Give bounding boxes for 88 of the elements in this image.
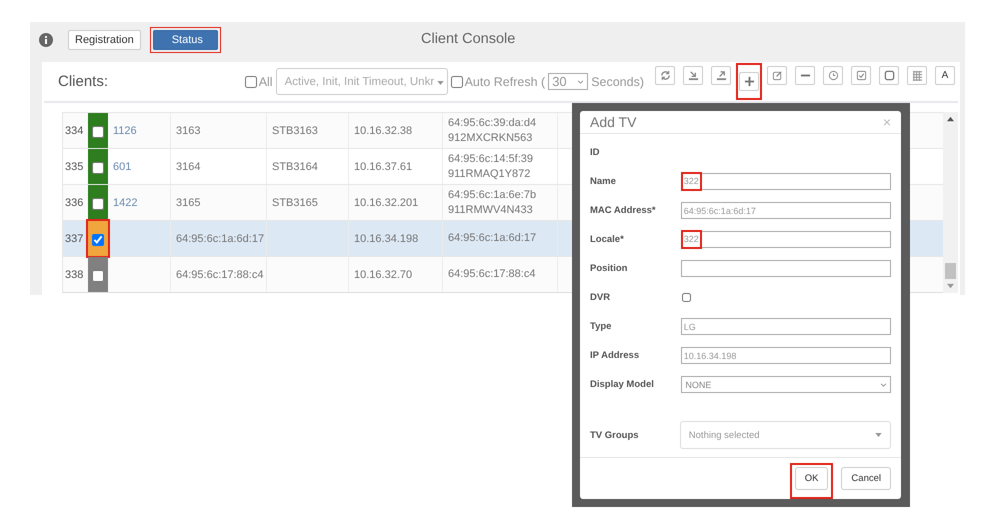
add-button[interactable]: [739, 72, 759, 91]
tab[interactable]: Status: [152, 30, 218, 50]
seconds-label: Seconds): [591, 74, 644, 88]
field-label: Position: [590, 263, 628, 274]
row-checkbox[interactable]: [92, 270, 104, 282]
plus-icon: [744, 76, 754, 87]
square-icon: [884, 70, 894, 81]
field-label: ID: [590, 147, 600, 158]
table-cell-text: 64:95:6c:17:88:c4: [176, 268, 264, 280]
dvr-checkbox[interactable]: [682, 293, 691, 302]
table-cell-text: STB3163: [272, 124, 319, 136]
refresh-button[interactable]: [655, 66, 675, 85]
input-field[interactable]: [680, 260, 891, 277]
table-cell-text: 911RMWV4N433: [448, 202, 534, 218]
all-checkbox[interactable]: [244, 76, 257, 88]
table-cell-text: 1126: [113, 124, 138, 136]
table-cell-text: 64:95:6c:39:da:d4: [448, 116, 538, 130]
dialog-button[interactable]: Cancel: [841, 467, 891, 490]
table-cell-text: STB3165: [272, 196, 319, 208]
clock-button[interactable]: [823, 66, 843, 85]
table-cell-text: 10.16.34.198: [354, 232, 420, 244]
dialog-title: Add TV: [590, 114, 636, 130]
table-cell-text: 1422: [113, 196, 138, 208]
table-cell-text: STB3164: [272, 160, 319, 172]
display-model-select[interactable]: NONE: [681, 376, 891, 393]
table-cell-text: 10.16.32.38: [354, 124, 414, 136]
caret-icon: [437, 80, 444, 84]
auto-refresh-checkbox[interactable]: [450, 76, 463, 88]
table-cell-text: 601: [113, 160, 132, 172]
table-cell-text: 912MXCRKN563: [448, 130, 534, 146]
export-icon: [716, 70, 726, 81]
field-label: TV Groups: [590, 430, 640, 440]
row-checkbox[interactable]: [92, 234, 104, 246]
clients-label: Clients:: [58, 73, 110, 90]
field-label: Display Model: [590, 379, 655, 390]
input-field[interactable]: 322: [680, 231, 891, 248]
edit-button[interactable]: [767, 66, 787, 85]
input-field[interactable]: 322: [680, 173, 891, 190]
input-field[interactable]: LG: [680, 318, 891, 335]
table-cell-text: 10.16.32.70: [354, 268, 414, 280]
table-cell-text: 3165: [176, 196, 202, 208]
field-label: IP Address: [590, 350, 640, 361]
field-label: MAC Address*: [590, 205, 657, 216]
table-cell-text: 64:95:6c:1a:6d:17: [448, 231, 538, 246]
chevron-icon: [880, 382, 887, 386]
check-button[interactable]: [851, 66, 871, 85]
text-button[interactable]: A: [935, 66, 955, 85]
grid-button[interactable]: [907, 66, 927, 85]
field-label: Name: [590, 176, 617, 187]
table-cell-text: 3163: [176, 124, 202, 136]
row-checkbox[interactable]: [92, 162, 104, 174]
table-cell-text: 10.16.37.61: [354, 160, 414, 172]
field-label: DVR: [590, 292, 612, 303]
import-button[interactable]: [683, 66, 703, 85]
grid-icon: [912, 70, 922, 81]
table-cell-text: 64:95:6c:14:5f:39: [448, 152, 534, 166]
refresh-icon: [660, 70, 670, 81]
table-cell-text: 64:95:6c:17:88:c4: [448, 267, 536, 282]
console-title: Client Console: [421, 31, 516, 47]
row-checkbox[interactable]: [92, 198, 104, 210]
table-cell-text: 3164: [176, 160, 202, 172]
table-cell-text: 911RMAQ1Y872: [448, 166, 532, 182]
table-cell-text: 64:95:6c:1a:6d:17: [176, 232, 266, 244]
edit-icon: [772, 70, 782, 81]
chevron-icon: [577, 80, 584, 84]
scrollbar-thumb[interactable]: [945, 263, 956, 279]
check-icon: [856, 70, 866, 81]
row-checkbox[interactable]: [92, 126, 104, 138]
square-button[interactable]: [879, 66, 899, 85]
field-label: Type: [590, 321, 612, 332]
tab[interactable]: Registration: [68, 30, 141, 50]
remove-button[interactable]: [795, 66, 815, 85]
input-field[interactable]: 64:95:6c:1a:6d:17: [680, 202, 891, 219]
field-label: Locale*: [590, 234, 625, 245]
input-field[interactable]: 10.16.34.198: [680, 347, 891, 364]
export-button[interactable]: [711, 66, 731, 85]
info-icon[interactable]: [39, 33, 53, 47]
table-cell-text: 10.16.32.201: [354, 196, 420, 208]
all-label: All: [258, 74, 273, 88]
table-cell-text: 64:95:6c:1a:6e:7b: [448, 188, 538, 202]
scrollbar[interactable]: [943, 112, 958, 293]
auto-refresh-label: Auto Refresh (: [464, 74, 546, 88]
clock-icon: [828, 70, 838, 81]
dialog-button[interactable]: OK: [794, 467, 828, 490]
tv-groups-select[interactable]: Nothing selected: [680, 421, 891, 449]
caret-icon: [875, 433, 882, 437]
interval-select[interactable]: 30: [548, 73, 588, 90]
import-icon: [688, 70, 698, 81]
